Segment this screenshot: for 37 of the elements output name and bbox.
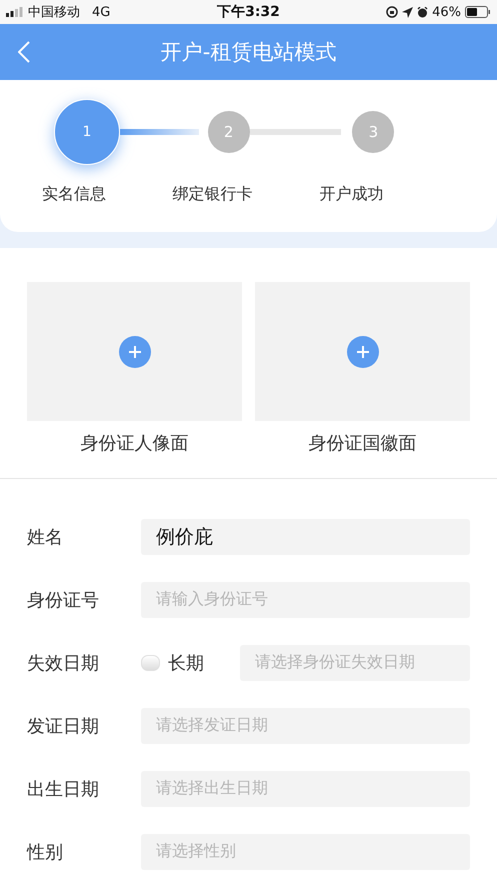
field-label: 发证日期 [27, 714, 100, 738]
field-label: 性别 [27, 840, 64, 864]
page-title: 开户-租赁电站模式 [160, 39, 336, 66]
battery-icon [465, 6, 491, 18]
alarm-icon [417, 6, 428, 18]
network-type: 4G [92, 4, 110, 20]
step-number: 3 [352, 111, 394, 153]
checkbox[interactable] [141, 654, 160, 670]
field-label: 身份证号 [27, 588, 100, 612]
input-field[interactable]: 请输入身份证号 [141, 582, 470, 618]
upload-label: 身份证人像面 [80, 432, 188, 455]
step-label: 开户成功 [319, 184, 384, 205]
status-time: 下午3:32 [217, 3, 280, 21]
input-field[interactable]: 例价庇 [141, 518, 470, 554]
location-icon [402, 6, 414, 18]
step-number: 1 [54, 99, 120, 165]
add-icon [346, 336, 378, 368]
upload-area[interactable] [27, 282, 242, 421]
input-field[interactable]: 请选择出生日期 [141, 770, 470, 806]
signal-icon [6, 7, 24, 17]
carrier-name: 中国移动 [28, 4, 80, 21]
back-icon [18, 41, 30, 63]
step-label: 实名信息 [42, 184, 106, 205]
upload-area[interactable] [255, 282, 470, 421]
field-label: 失效日期 [27, 652, 100, 674]
field-label: 出生日期 [27, 778, 100, 800]
upload-label: 身份证国徽面 [308, 432, 416, 455]
step-number: 2 [208, 111, 250, 153]
checkbox-label: 长期 [168, 652, 204, 674]
add-icon [118, 336, 150, 368]
step-label: 绑定银行卡 [172, 184, 253, 205]
rotation-lock-icon [386, 6, 398, 18]
date-field[interactable]: 请选择身份证失效日期 [240, 644, 470, 680]
input-field[interactable]: 请选择发证日期 [141, 708, 470, 744]
input-field[interactable]: 请选择性别 [141, 834, 470, 870]
battery-percent: 46% [432, 4, 461, 20]
field-label: 姓名 [27, 526, 64, 548]
